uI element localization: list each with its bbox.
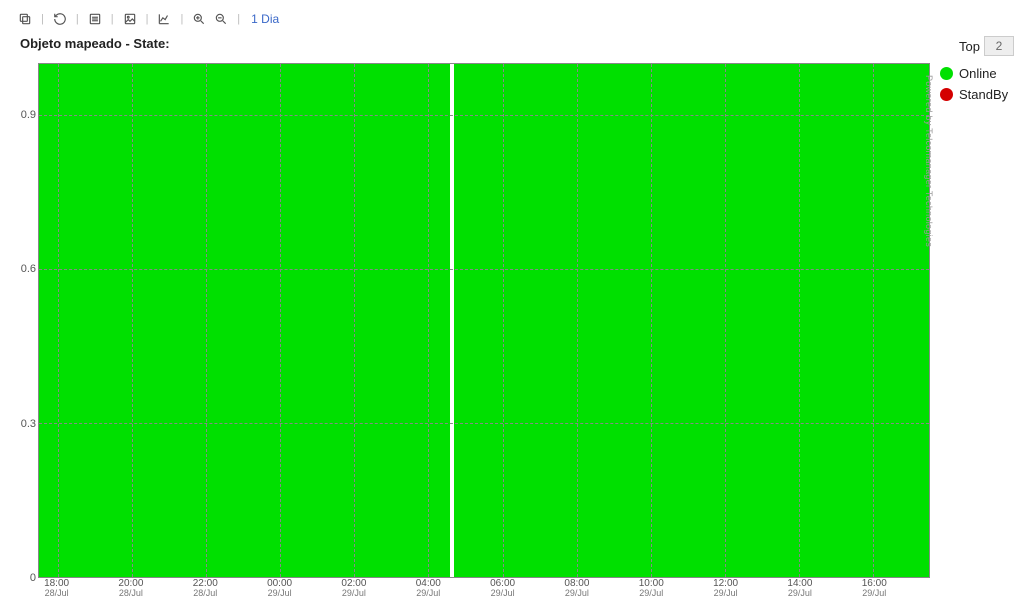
grid-line (39, 269, 929, 270)
period-label[interactable]: 1 Dia (247, 12, 279, 26)
legend-label: Online (959, 66, 997, 81)
separator: | (73, 13, 82, 25)
zoom-out-icon[interactable] (212, 10, 230, 28)
x-tick: 04:0029/Jul (416, 578, 441, 599)
grid-line (873, 64, 874, 577)
grid-line (206, 64, 207, 577)
legend-swatch (940, 88, 953, 101)
y-tick: 0.6 (21, 263, 36, 275)
legend-item[interactable]: StandBy (940, 87, 1014, 102)
plot-area[interactable] (38, 63, 930, 578)
series-fill (39, 64, 450, 577)
x-tick: 00:0029/Jul (267, 578, 292, 599)
y-tick: 0.3 (21, 418, 36, 430)
legend-swatch (940, 67, 953, 80)
top-label: Top (959, 39, 980, 54)
separator: | (38, 13, 47, 25)
x-tick: 18:0028/Jul (44, 578, 69, 599)
x-tick: 06:0029/Jul (490, 578, 515, 599)
x-tick: 16:0029/Jul (862, 578, 887, 599)
grid-line (725, 64, 726, 577)
x-tick: 22:0028/Jul (193, 578, 218, 599)
grid-line (58, 64, 59, 577)
chart-title: Objeto mapeado - State: (10, 36, 930, 53)
legend: Online StandBy (936, 66, 1014, 102)
zoom-in-icon[interactable] (190, 10, 208, 28)
top-input[interactable] (984, 36, 1014, 56)
grid-line (354, 64, 355, 577)
grid-line (799, 64, 800, 577)
separator: | (177, 13, 186, 25)
x-tick: 12:0029/Jul (713, 578, 738, 599)
top-control: Top (936, 36, 1014, 56)
grid-line (503, 64, 504, 577)
grid-line (39, 115, 929, 116)
grid-line (280, 64, 281, 577)
x-tick: 10:0029/Jul (639, 578, 664, 599)
separator: | (234, 13, 243, 25)
grid-line (651, 64, 652, 577)
grid-line (577, 64, 578, 577)
toolbar: | | | | | | 1 Dia (10, 8, 1014, 36)
chart[interactable]: 0 0.3 0.6 0.9 18:0028/Jul 20:0028/Jul 22:0028… (10, 53, 930, 608)
legend-item[interactable]: Online (940, 66, 1014, 81)
image-icon[interactable] (121, 10, 139, 28)
refresh-icon[interactable] (51, 10, 69, 28)
y-tick: 0.9 (21, 109, 36, 121)
grid-line (132, 64, 133, 577)
list-icon[interactable] (86, 10, 104, 28)
x-tick: 14:0029/Jul (787, 578, 812, 599)
grid-line (428, 64, 429, 577)
grid-line (39, 423, 929, 424)
x-tick: 02:0029/Jul (341, 578, 366, 599)
x-tick: 08:0029/Jul (564, 578, 589, 599)
x-axis: 18:0028/Jul 20:0028/Jul 22:0028/Jul 00:0029… (38, 578, 930, 608)
line-chart-icon[interactable] (155, 10, 173, 28)
copy-icon[interactable] (16, 10, 34, 28)
separator: | (108, 13, 117, 25)
y-tick: 0 (30, 572, 36, 584)
x-tick: 20:0028/Jul (118, 578, 143, 599)
legend-label: StandBy (959, 87, 1008, 102)
series-fill (454, 64, 929, 577)
y-axis: 00.30.60.9 (10, 63, 38, 578)
separator: | (143, 13, 152, 25)
